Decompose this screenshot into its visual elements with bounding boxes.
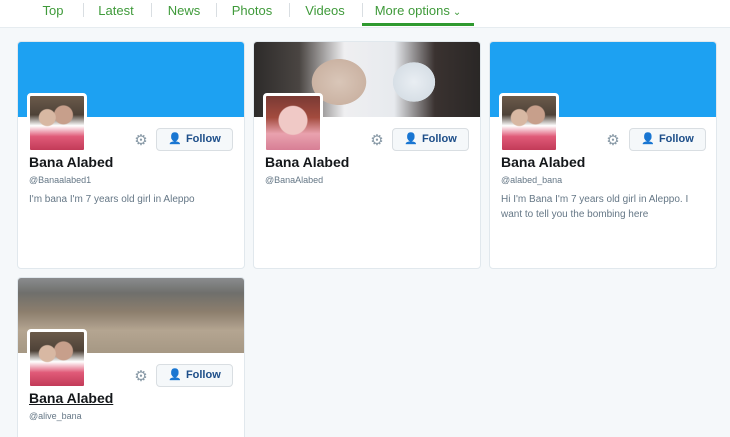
nav-divider (151, 3, 152, 17)
user-bio: I'm bana I'm 7 years old girl in Aleppo (29, 194, 195, 205)
gear-icon[interactable]: ⚙ (604, 132, 622, 150)
add-user-icon: 👤 (404, 133, 418, 145)
follow-button[interactable]: 👤 Follow (156, 364, 233, 387)
add-user-icon: 👤 (168, 369, 182, 381)
avatar[interactable] (27, 93, 87, 153)
nav-divider (83, 3, 84, 17)
gear-icon[interactable]: ⚙ (132, 368, 150, 386)
follow-label: Follow (421, 133, 457, 145)
user-card[interactable]: ⚙ 👤 Follow Bana Alabed @BanaAlabed (253, 41, 481, 269)
avatar[interactable] (263, 93, 323, 153)
tab-more-options[interactable]: More options ⌄ (362, 0, 474, 26)
nav-divider (289, 3, 290, 17)
nav-divider (216, 3, 217, 17)
gear-icon[interactable]: ⚙ (368, 132, 386, 150)
user-handle: @alabed_bana (501, 175, 563, 185)
follow-label: Follow (185, 369, 221, 381)
avatar[interactable] (499, 93, 559, 153)
user-name[interactable]: Bana Alabed (265, 154, 349, 170)
tab-more-options-label: More options (374, 3, 450, 18)
chevron-down-icon: ⌄ (452, 7, 462, 18)
tab-videos[interactable]: Videos (302, 0, 348, 26)
tab-latest[interactable]: Latest (93, 0, 139, 26)
user-name[interactable]: Bana Alabed (501, 154, 585, 170)
add-user-icon: 👤 (168, 133, 182, 145)
tab-top[interactable]: Top (33, 0, 73, 26)
user-handle: @Banaalabed1 (29, 175, 92, 185)
user-card[interactable]: ⚙ 👤 Follow Bana Alabed @Banaalabed1 I'm b… (17, 41, 245, 269)
follow-button[interactable]: 👤 Follow (629, 128, 706, 151)
top-navigation: Top Latest News Photos Videos More optio… (0, 0, 730, 28)
follow-label: Follow (185, 133, 221, 145)
follow-label: Follow (658, 133, 694, 145)
gear-icon[interactable]: ⚙ (132, 132, 150, 150)
follow-button[interactable]: 👤 Follow (392, 128, 469, 151)
user-handle: @BanaAlabed (265, 175, 324, 185)
user-name[interactable]: Bana Alabed (29, 154, 113, 170)
tab-photos[interactable]: Photos (228, 0, 276, 26)
tab-news[interactable]: News (164, 0, 204, 26)
user-handle: @alive_bana (29, 411, 82, 421)
user-name[interactable]: Bana Alabed (29, 390, 113, 406)
avatar[interactable] (27, 329, 87, 389)
add-user-icon: 👤 (641, 133, 655, 145)
follow-button[interactable]: 👤 Follow (156, 128, 233, 151)
user-card[interactable]: ⚙ 👤 Follow Bana Alabed @alabed_bana Hi I'… (489, 41, 717, 269)
user-bio: Hi I'm Bana I'm 7 years old girl in Alep… (501, 194, 689, 220)
user-card[interactable]: ⚙ 👤 Follow Bana Alabed @alive_bana (17, 277, 245, 437)
